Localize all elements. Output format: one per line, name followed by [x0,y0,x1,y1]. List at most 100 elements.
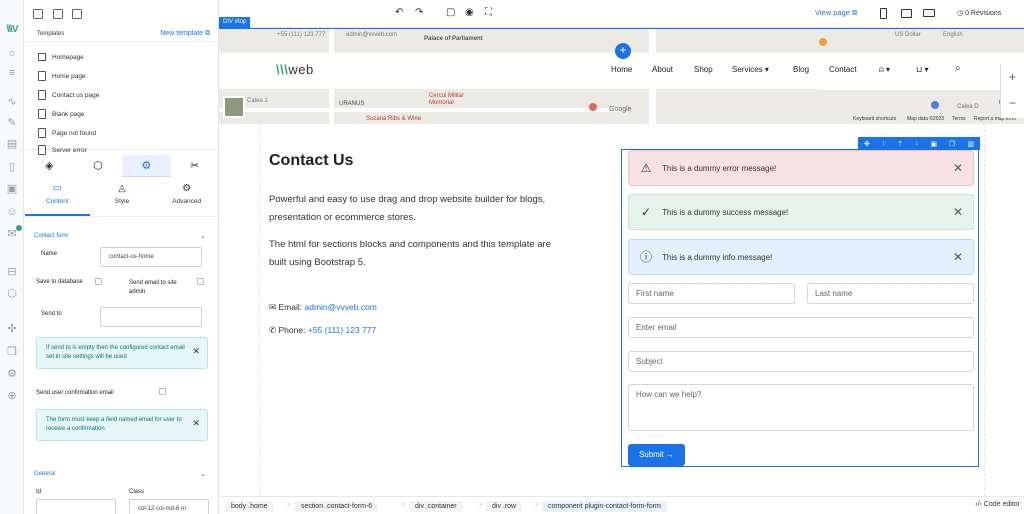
breadcrumb-item[interactable]: component plugin-contact-form-form [542,501,667,512]
mobile-view-icon[interactable] [880,8,887,19]
file-icon[interactable]: ▯ [5,160,19,174]
user-icon[interactable]: ⍝ ▾ [879,65,890,75]
vvveb-logo[interactable]: \\\V [5,23,19,37]
tab-content[interactable]: ▭ Content [25,177,90,216]
id-input[interactable] [36,499,116,514]
clone-icon[interactable]: ❐ [949,140,955,148]
cube-icon[interactable]: ⬡ [74,155,123,177]
confirmation-email-checkbox[interactable] [159,388,166,395]
map-label[interactable]: Terms [952,116,966,122]
close-icon[interactable]: ✕ [953,161,963,175]
globe-icon[interactable]: ⊕ [5,389,19,403]
nav-blog[interactable]: Blog [793,65,809,74]
mail-icon[interactable]: ✉ [5,225,22,241]
message-textarea[interactable]: How can we help? [628,384,974,431]
subject-input[interactable]: Subject [628,351,974,372]
document-icon[interactable]: ▤ [5,137,19,151]
copy-icon[interactable]: ❐ [5,345,19,359]
new-template-button[interactable]: New template ⧉ [160,30,210,38]
menu-icon[interactable]: ≡ [5,66,19,80]
fullscreen-icon[interactable]: ⛶ [485,7,492,18]
shop-icon[interactable]: ⊟ [5,265,19,279]
split-icon[interactable] [53,9,63,19]
list-item[interactable]: Page not found [38,126,96,140]
tab-advanced[interactable]: ⚙ Advanced [154,177,218,216]
tab-style[interactable]: ◬ Style [90,177,155,216]
view-page-link[interactable]: View page ⧉ [815,8,857,18]
image-icon[interactable]: ▣ [5,182,19,196]
breadcrumb-item[interactable]: section .contact-form-6 [295,501,379,512]
revisions-button[interactable]: ◷ 0 Revisions [957,9,1001,17]
undo-icon[interactable]: ↶ [395,7,403,18]
general-section-title[interactable]: General [34,471,55,477]
gear-icon[interactable]: ⚙ [122,155,171,177]
tablet-view-icon[interactable] [901,9,912,18]
magic-icon[interactable]: ✂ [171,155,219,177]
nav-about[interactable]: About [652,65,673,74]
list-item[interactable]: Blank page [38,107,85,121]
first-name-input[interactable]: First name [628,283,795,304]
breadcrumb-item[interactable]: body .home [225,501,274,512]
close-icon[interactable]: ✕ [192,419,200,428]
satellite-toggle[interactable] [223,96,245,118]
save-to-database-checkbox[interactable] [95,278,102,285]
list-item[interactable]: Home page [38,69,86,83]
submit-button[interactable]: Submit → [628,444,685,466]
phone-link[interactable]: +55 (111) 123 777 [308,325,376,335]
zoom-in-icon[interactable]: + [1001,64,1024,90]
tools-icon[interactable]: ✎ [5,116,19,130]
breadcrumb-item[interactable]: div .row [486,501,523,512]
map-label[interactable]: English [943,32,963,38]
pulse-icon[interactable]: ∿ [5,95,19,109]
trash-icon[interactable]: ▥ [967,140,974,148]
chevron-down-icon[interactable]: ⌄ [200,470,206,478]
settings-icon[interactable]: ⚙ [5,367,19,381]
layout-icon[interactable] [33,9,43,19]
desktop-view-icon[interactable] [923,9,935,17]
save-icon[interactable]: ▣ [931,140,938,148]
code-editor-toggle[interactable]: ‹/› Code editor [975,501,1020,508]
map-label[interactable]: Keyboard shortcuts [853,116,896,122]
email-input[interactable]: Enter email [628,317,974,338]
parent-icon[interactable]: ⇡ [897,140,903,148]
send-email-admin-checkbox[interactable] [197,278,204,285]
cart-icon[interactable]: ⊔ ▾ [916,65,928,74]
map-label: URANUS [339,101,365,107]
breadcrumb-item[interactable]: div .container [409,501,463,512]
select-icon[interactable]: ▢ [446,7,455,18]
arrow-up-icon[interactable]: ↑ [882,140,886,147]
name-input[interactable]: contact-us-home [100,247,202,267]
nav-shop[interactable]: Shop [694,65,713,74]
email-link[interactable]: admin@vvveb.com [304,302,376,312]
nav-contact[interactable]: Contact [829,65,857,74]
file-icon [38,145,46,155]
redo-icon[interactable]: ↷ [415,7,423,18]
list-item[interactable]: Contact us page [38,88,99,102]
list-item[interactable]: Homepage [38,50,84,64]
zoom-out-icon[interactable]: − [1001,90,1024,116]
send-to-input[interactable] [100,307,202,327]
property-tabs: ▭ Content ◬ Style ⚙ Advanced [25,177,218,217]
close-icon[interactable]: ✕ [192,347,200,356]
site-brand[interactable]: \\\web [276,62,314,77]
close-icon[interactable]: ✕ [953,205,963,219]
columns-icon[interactable] [72,9,82,19]
sun-icon[interactable]: ☼ [5,46,19,60]
nav-services[interactable]: Services ▾ [732,65,769,74]
chevron-down-icon[interactable]: ⌄ [200,232,206,240]
last-name-input[interactable]: Last name [807,283,974,304]
box-icon[interactable]: ⬡ [5,287,19,301]
move-icon[interactable]: ✥ [864,140,870,148]
plugin-icon[interactable]: ✣ [5,322,19,336]
users-icon[interactable]: ☺ [5,205,19,219]
preview-eye-icon[interactable]: ◉ [465,7,474,18]
contact-form-section-title[interactable]: Contact form [34,233,68,239]
search-icon[interactable]: ⌕ [955,63,961,74]
add-section-button[interactable]: + [615,43,631,59]
nav-home[interactable]: Home [611,65,632,74]
close-icon[interactable]: ✕ [953,250,963,264]
layers-icon[interactable]: ◈ [25,155,74,177]
arrow-down-icon[interactable]: ↓ [915,140,919,147]
class-input[interactable]: col-12 col-md-6 m [129,499,209,514]
map-label[interactable]: US Dollar [895,32,921,38]
